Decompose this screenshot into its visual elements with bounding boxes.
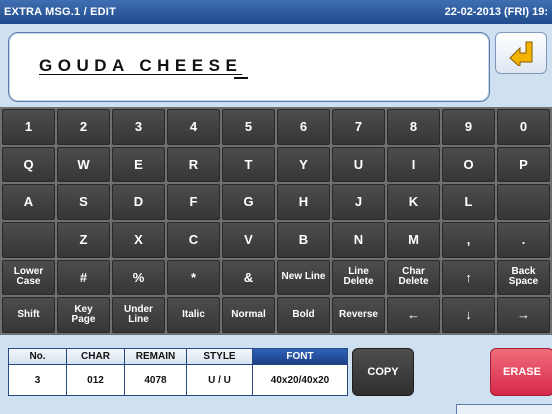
key-3[interactable]: 3 — [112, 109, 165, 145]
key-t[interactable]: T — [222, 146, 275, 183]
key-6[interactable]: 6 — [277, 109, 330, 145]
key-y[interactable]: Y — [277, 146, 330, 183]
bottom-panel-edge — [456, 404, 552, 414]
key-2[interactable]: 2 — [57, 109, 110, 145]
message-text: GOUDA CHEESE — [39, 56, 243, 75]
status-char-value: 012 — [67, 365, 124, 395]
key-↑[interactable]: ↑ — [442, 259, 495, 296]
key-9[interactable]: 9 — [442, 109, 495, 145]
key-e[interactable]: E — [112, 146, 165, 183]
back-button[interactable] — [495, 32, 547, 74]
status-char-label: CHAR — [67, 349, 124, 365]
key-g[interactable]: G — [222, 184, 275, 220]
key-bold[interactable]: Bold — [277, 297, 330, 333]
message-edit-field[interactable]: GOUDA CHEESE — [8, 32, 490, 102]
key-u[interactable]: U — [332, 146, 385, 183]
key-q[interactable]: Q — [2, 146, 55, 183]
status-font-value: 40x20/40x20 — [253, 365, 347, 395]
key-→[interactable]: → — [497, 297, 550, 333]
key-%[interactable]: % — [112, 259, 165, 296]
key-5[interactable]: 5 — [222, 109, 275, 145]
status-remain-value: 4078 — [125, 365, 186, 395]
status-font-label: FONT — [253, 349, 347, 365]
key-f[interactable]: F — [167, 184, 220, 220]
key-p[interactable]: P — [497, 146, 550, 183]
title-bar: EXTRA MSG.1 / EDIT 22-02-2013 (FRI) 19: — [0, 0, 552, 24]
key-italic[interactable]: Italic — [167, 297, 220, 333]
key-under-line[interactable]: Under Line — [112, 297, 165, 333]
key-char-delete[interactable]: Char Delete — [387, 259, 440, 296]
key-←[interactable]: ← — [387, 297, 440, 333]
datetime: 22-02-2013 (FRI) 19: — [444, 6, 548, 18]
key-*[interactable]: * — [167, 259, 220, 296]
key-1[interactable]: 1 — [2, 109, 55, 145]
key-↓[interactable]: ↓ — [442, 297, 495, 333]
key-a[interactable]: A — [2, 184, 55, 220]
key-0[interactable]: 0 — [497, 109, 550, 145]
return-arrow-icon — [509, 41, 533, 66]
screen-title: EXTRA MSG.1 / EDIT — [4, 6, 116, 18]
key-normal[interactable]: Normal — [222, 297, 275, 333]
key-z[interactable]: Z — [57, 222, 110, 258]
key-blank-3-0[interactable] — [2, 222, 55, 258]
status-no-label: No. — [9, 349, 66, 365]
key-n[interactable]: N — [332, 222, 385, 258]
status-table: No. 3 CHAR 012 REMAIN 4078 STYLE U / U F… — [8, 348, 348, 396]
key-h[interactable]: H — [277, 184, 330, 220]
copy-button[interactable]: COPY — [352, 348, 414, 396]
key-o[interactable]: O — [442, 146, 495, 183]
status-style: STYLE U / U — [187, 349, 253, 395]
key-8[interactable]: 8 — [387, 109, 440, 145]
key-i[interactable]: I — [387, 146, 440, 183]
key-d[interactable]: D — [112, 184, 165, 220]
status-remain-label: REMAIN — [125, 349, 186, 365]
text-caret — [234, 77, 248, 79]
key-r[interactable]: R — [167, 146, 220, 183]
key-m[interactable]: M — [387, 222, 440, 258]
status-remain: REMAIN 4078 — [125, 349, 187, 395]
key-l[interactable]: L — [442, 184, 495, 220]
key-c[interactable]: C — [167, 222, 220, 258]
status-font: FONT 40x20/40x20 — [253, 349, 347, 395]
key-w[interactable]: W — [57, 146, 110, 183]
key-shift[interactable]: Shift — [2, 297, 55, 333]
status-style-label: STYLE — [187, 349, 252, 365]
key-back-space[interactable]: Back Space — [497, 259, 550, 296]
key-4[interactable]: 4 — [167, 109, 220, 145]
key-lower-case[interactable]: Lower Case — [2, 259, 55, 296]
status-char: CHAR 012 — [67, 349, 125, 395]
key-#[interactable]: # — [57, 259, 110, 296]
key-new-line[interactable]: New Line — [277, 259, 330, 296]
key-s[interactable]: S — [57, 184, 110, 220]
key-j[interactable]: J — [332, 184, 385, 220]
key-&[interactable]: & — [222, 259, 275, 296]
key-reverse[interactable]: Reverse — [332, 297, 385, 333]
key-.[interactable]: . — [497, 222, 550, 258]
key-7[interactable]: 7 — [332, 109, 385, 145]
on-screen-keyboard: 1 2 3 4 5 6 7 8 9 0 Q W E R T Y U I O P A S D F G H J K L Z X C V B N M,. Lo… — [0, 107, 552, 335]
key-k[interactable]: K — [387, 184, 440, 220]
status-no: No. 3 — [9, 349, 67, 395]
key-blank-2-9[interactable] — [497, 184, 550, 220]
key-b[interactable]: B — [277, 222, 330, 258]
key-v[interactable]: V — [222, 222, 275, 258]
key-key-page[interactable]: Key Page — [57, 297, 110, 333]
status-no-value: 3 — [9, 365, 66, 395]
key-line-delete[interactable]: Line Delete — [332, 259, 385, 296]
erase-button[interactable]: ERASE — [490, 348, 552, 396]
key-,[interactable]: , — [442, 222, 495, 258]
status-style-value: U / U — [187, 365, 252, 395]
key-x[interactable]: X — [112, 222, 165, 258]
